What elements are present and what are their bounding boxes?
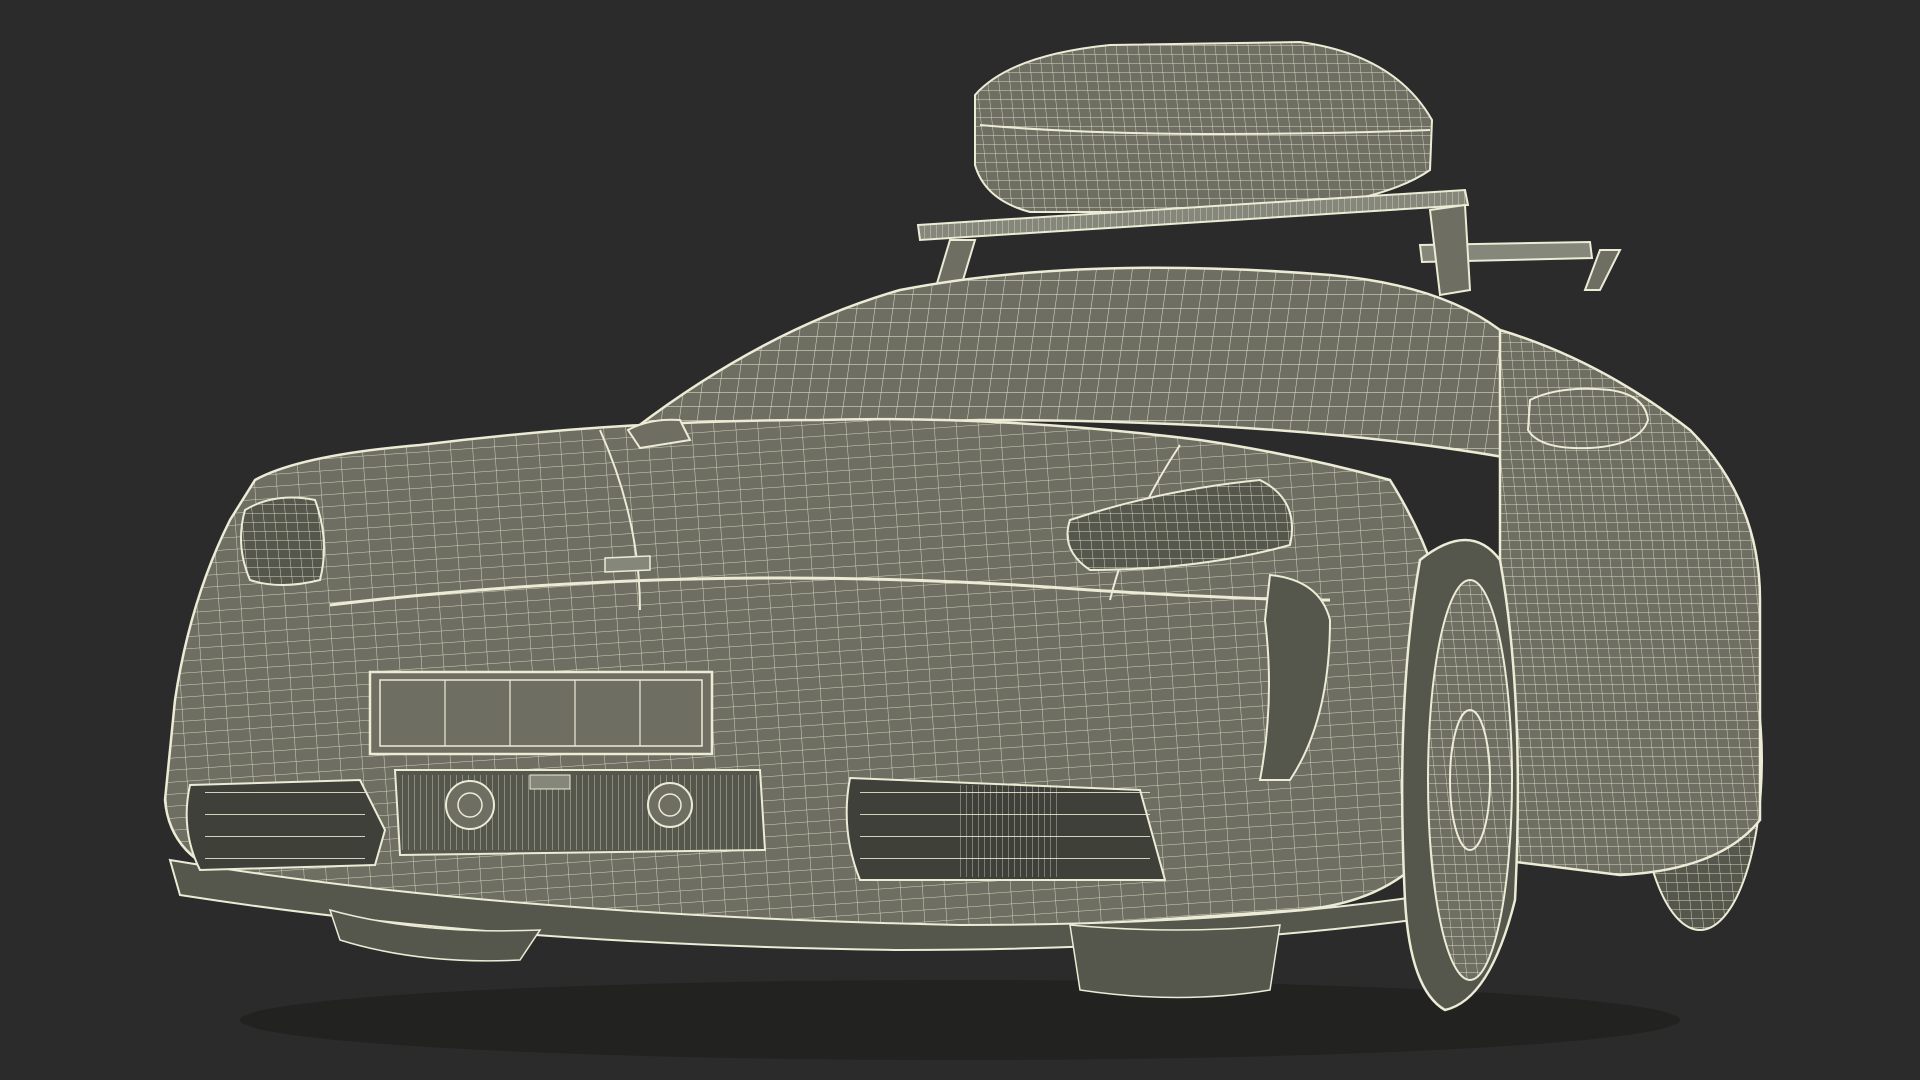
front-wheel (1400, 538, 1520, 1012)
brand-badge (604, 555, 651, 573)
front-intake-left (185, 778, 387, 872)
render-viewport (0, 0, 1920, 1080)
side-mirror (1526, 387, 1650, 450)
front-intake-right (845, 776, 1167, 881)
license-plate (368, 670, 714, 756)
headlight-left (240, 496, 325, 586)
front-grille-center (393, 769, 767, 857)
roof-box (974, 40, 1434, 213)
